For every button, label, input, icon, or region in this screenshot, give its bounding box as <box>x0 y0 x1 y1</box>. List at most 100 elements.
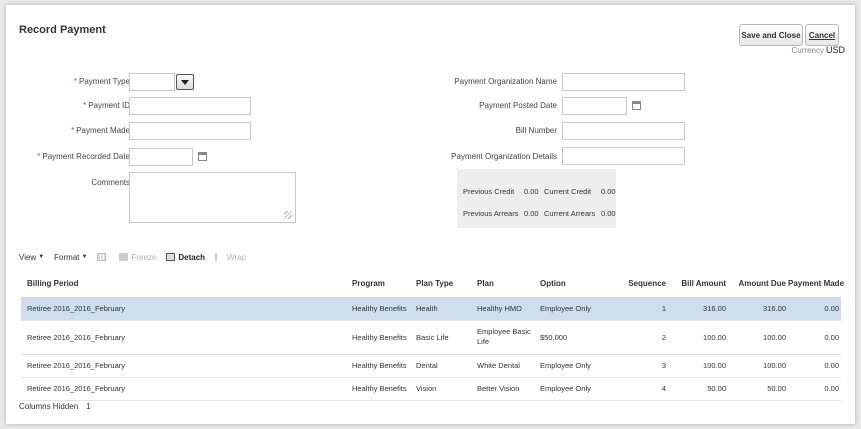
column-header[interactable]: Billing Period <box>21 271 346 298</box>
payment-type-select[interactable] <box>129 73 175 91</box>
payment-type-label: * Payment Type <box>74 77 130 86</box>
table-cell: Healthy Benefits <box>346 297 410 321</box>
table-cell: 3 <box>604 354 668 378</box>
payment-id-label: * Payment ID <box>83 101 130 110</box>
required-mark: * <box>37 152 41 161</box>
table-cell: 100.00 <box>668 320 728 355</box>
payment-type-text: Payment Type <box>79 77 130 86</box>
bill-number-label: Bill Number <box>515 126 557 135</box>
column-header[interactable]: Bill Amount <box>668 271 728 298</box>
table-row[interactable]: Retiree 2016_2016_February Healthy Benef… <box>21 377 841 401</box>
table-cell: Basic Life <box>410 320 471 355</box>
format-menu-label: Format <box>54 252 80 262</box>
view-menu-label: View <box>19 252 37 262</box>
table-cell: 100.00 <box>728 354 788 378</box>
table-row[interactable]: Retiree 2016_2016_February Healthy Benef… <box>21 354 841 378</box>
table-cell: 0.00 <box>788 320 841 355</box>
payment-made-label: * Payment Made <box>71 126 130 135</box>
table-cell: Employee Only <box>534 377 604 401</box>
wrap-label: Wrap <box>227 252 247 262</box>
freeze-button[interactable]: Freeze <box>119 253 156 262</box>
table-toolbar: View ▼ Format ▼ Freeze Detach Wrap <box>19 250 256 264</box>
table-cell: 50.00 <box>728 377 788 401</box>
previous-arrears-label: Previous Arrears <box>463 209 519 218</box>
column-header[interactable]: Option <box>534 271 604 298</box>
payment-id-input[interactable] <box>129 97 251 115</box>
freeze-label: Freeze <box>131 252 157 262</box>
credit-summary-panel: Previous Credit 0.00 Current Credit 0.00… <box>457 169 616 228</box>
payment-posted-date-label: Payment Posted Date <box>479 101 557 110</box>
calendar-icon[interactable] <box>198 152 207 161</box>
table-cell-text: Employee Basic Life <box>477 327 531 346</box>
previous-credit-label: Previous Credit <box>463 187 515 196</box>
save-and-close-button[interactable]: Save and Close <box>739 24 803 46</box>
record-payment-page: Record Payment Save and Close Cancel Cur… <box>6 5 855 424</box>
table-cell: 100.00 <box>728 320 788 355</box>
freeze-icon <box>119 253 129 261</box>
currency-label: Currency <box>791 46 824 55</box>
current-arrears-label: Current Arrears <box>544 209 596 218</box>
format-menu[interactable]: Format ▼ <box>54 253 87 262</box>
payment-org-details-label: Payment Organization Details <box>451 152 557 161</box>
currency-indicator: Currency USD <box>792 45 845 55</box>
payment-made-input[interactable] <box>129 122 251 140</box>
payment-recorded-date-label: * Payment Recorded Date <box>37 152 130 161</box>
table-cell: Healthy Benefits <box>346 354 410 378</box>
columns-icon <box>97 253 107 261</box>
column-header[interactable]: Plan Type <box>410 271 471 298</box>
table-cell: Better Vision <box>471 377 534 401</box>
table-cell: Healthy HMO <box>471 297 534 321</box>
billing-table: Billing Period Program Plan Type Plan Op… <box>21 271 844 401</box>
resize-grip-icon[interactable] <box>284 211 292 219</box>
required-mark: * <box>71 126 75 135</box>
payment-recorded-date-input[interactable] <box>129 148 193 166</box>
table-row[interactable]: Retiree 2016_2016_February Healthy Benef… <box>21 320 841 355</box>
chevron-down-icon: ▼ <box>38 254 45 260</box>
table-cell: 4 <box>604 377 668 401</box>
table-header-row: Billing Period Program Plan Type Plan Op… <box>21 271 844 298</box>
wrap-button[interactable]: Wrap <box>215 253 246 262</box>
cancel-button[interactable]: Cancel <box>805 24 839 46</box>
previous-credit-value: 0.00 <box>524 187 539 196</box>
table-cell: White Dental <box>471 354 534 378</box>
currency-value: USD <box>825 45 845 55</box>
table-row[interactable]: Retiree 2016_2016_February Healthy Benef… <box>21 297 841 321</box>
current-arrears-value: 0.00 <box>601 209 616 218</box>
table-cell: $50,000 <box>534 320 604 355</box>
table-cell: Vision <box>410 377 471 401</box>
columns-hidden-status: Columns Hidden 1 <box>19 402 91 411</box>
table-cell: 316.00 <box>668 297 728 321</box>
chevron-down-icon[interactable] <box>176 74 194 90</box>
columns-button[interactable] <box>97 253 109 261</box>
table-cell: 50.00 <box>668 377 728 401</box>
table-cell: Retiree 2016_2016_February <box>21 320 346 355</box>
column-header[interactable]: Program <box>346 271 410 298</box>
detach-button[interactable]: Detach <box>166 253 205 262</box>
payment-recorded-date-text: Payment Recorded Date <box>42 152 130 161</box>
calendar-icon[interactable] <box>632 101 641 110</box>
column-header[interactable]: Payment Made <box>788 271 844 298</box>
required-mark: * <box>73 77 77 86</box>
current-credit-label: Current Credit <box>544 187 592 196</box>
payment-org-name-input[interactable] <box>562 73 685 91</box>
required-mark: * <box>83 101 87 110</box>
payment-org-details-input[interactable] <box>562 147 685 165</box>
column-header[interactable]: Amount Due <box>728 271 788 298</box>
view-menu[interactable]: View ▼ <box>19 253 44 262</box>
table-cell: Retiree 2016_2016_February <box>21 377 346 401</box>
table-cell: Retiree 2016_2016_February <box>21 297 346 321</box>
payment-posted-date-input[interactable] <box>562 97 627 115</box>
columns-hidden-label: Columns Hidden <box>19 402 79 411</box>
column-header[interactable]: Plan <box>471 271 534 298</box>
previous-arrears-value: 0.00 <box>524 209 539 218</box>
comments-textarea[interactable] <box>129 172 296 223</box>
column-header[interactable]: Sequence <box>604 271 668 298</box>
table-cell: 0.00 <box>788 354 841 378</box>
table-cell: Retiree 2016_2016_February <box>21 354 346 378</box>
table-cell: Employee Only <box>534 297 604 321</box>
detach-icon <box>166 253 176 261</box>
bill-number-input[interactable] <box>562 122 685 140</box>
wrap-icon <box>215 253 224 261</box>
comments-label: Comments <box>91 178 130 187</box>
table-cell: Healthy Benefits <box>346 320 410 355</box>
